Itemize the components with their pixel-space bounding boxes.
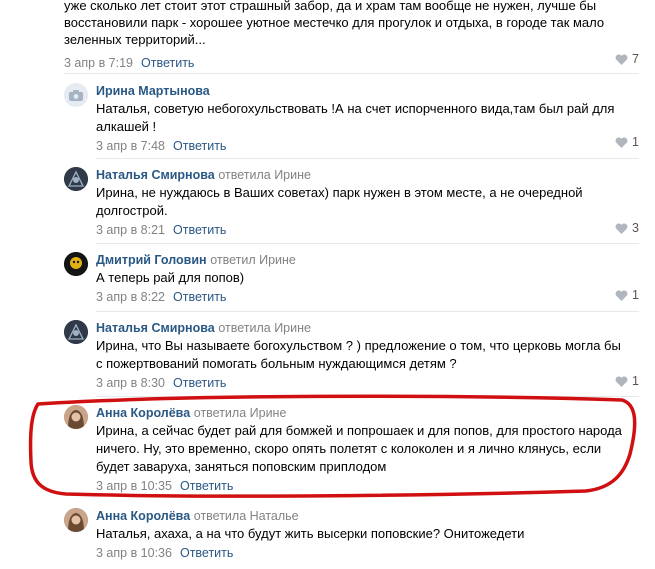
replied-to[interactable]: ответил Ирине — [210, 253, 296, 267]
reply-date[interactable]: 3 апр в 10:36 — [96, 546, 172, 560]
reply-text: Ирина, не нуждаюсь в Ваших советах) парк… — [96, 185, 583, 218]
reply-date[interactable]: 3 апр в 10:35 — [96, 479, 172, 493]
reply-button[interactable]: Ответить — [173, 290, 226, 304]
author-name[interactable]: Дмитрий Головин — [96, 253, 207, 267]
like-button[interactable]: 1 — [615, 374, 639, 388]
avatar[interactable] — [64, 508, 88, 532]
replied-to[interactable]: ответила Наталье — [194, 509, 299, 523]
divider — [96, 243, 639, 244]
replied-to[interactable]: ответила Ирине — [218, 168, 311, 182]
avatar-image — [64, 320, 88, 344]
reply-button[interactable]: Ответить — [173, 376, 226, 390]
avatar-image — [64, 167, 88, 191]
reply-meta: 3 апр в 10:35 Ответить — [96, 479, 629, 493]
top-comment: уже сколько лет стоит этот страшный забо… — [64, 0, 639, 70]
avatar[interactable] — [64, 167, 88, 191]
comment-text: уже сколько лет стоит этот страшный забо… — [64, 0, 605, 47]
reply-meta: 3 апр в 10:36 Ответить — [96, 546, 629, 560]
heart-icon — [615, 375, 628, 387]
reply-meta: 3 апр в 8:21 Ответить — [96, 223, 629, 237]
avatar-image — [64, 508, 88, 532]
camera-icon — [69, 89, 83, 101]
divider — [96, 158, 639, 159]
comment-date[interactable]: 3 апр в 7:19 — [64, 56, 133, 70]
like-count: 1 — [632, 374, 639, 388]
reply-text: Наталья, советую небогохульствовать !А н… — [96, 101, 615, 134]
divider — [64, 73, 639, 74]
heart-icon — [615, 136, 628, 148]
author-name[interactable]: Наталья Смирнова — [96, 321, 215, 335]
avatar-image — [64, 405, 88, 429]
like-count: 1 — [632, 135, 639, 149]
avatar-image — [64, 252, 88, 276]
like-count: 3 — [632, 221, 639, 235]
reply-text: Наталья, ахаха, а на что будут жить высе… — [96, 526, 525, 541]
reply-meta: 3 апр в 7:48 Ответить — [96, 139, 629, 153]
author-name[interactable]: Анна Королёва — [96, 406, 190, 420]
reply-meta: 3 апр в 8:22 Ответить — [96, 290, 629, 304]
avatar[interactable] — [64, 83, 88, 107]
reply-button[interactable]: Ответить — [180, 479, 233, 493]
heart-icon — [615, 222, 628, 234]
reply-date[interactable]: 3 апр в 7:48 — [96, 139, 165, 153]
replied-to[interactable]: ответила Ирине — [218, 321, 311, 335]
reply-text: Ирина, а сейчас будет рай для бомжей и п… — [96, 423, 622, 474]
reply-button[interactable]: Ответить — [173, 223, 226, 237]
like-button[interactable]: 3 — [615, 221, 639, 235]
divider — [96, 396, 639, 397]
like-count: 7 — [632, 52, 639, 66]
reply-date[interactable]: 3 апр в 8:22 — [96, 290, 165, 304]
avatar[interactable] — [64, 320, 88, 344]
like-count: 1 — [632, 288, 639, 302]
like-button[interactable]: 7 — [615, 52, 639, 66]
reply-text: Ирина, что Вы называете богохульством ? … — [96, 338, 621, 371]
heart-icon — [615, 53, 628, 65]
heart-icon — [615, 289, 628, 301]
avatar[interactable] — [64, 252, 88, 276]
avatar[interactable] — [64, 405, 88, 429]
like-button[interactable]: 1 — [615, 288, 639, 302]
reply-meta: 3 апр в 8:30 Ответить — [96, 376, 629, 390]
reply-button[interactable]: Ответить — [180, 546, 233, 560]
author-name[interactable]: Наталья Смирнова — [96, 168, 215, 182]
reply-date[interactable]: 3 апр в 8:21 — [96, 223, 165, 237]
divider — [96, 311, 639, 312]
reply-button[interactable]: Ответить — [173, 139, 226, 153]
like-button[interactable]: 1 — [615, 135, 639, 149]
reply-text: А теперь рай для попов) — [96, 270, 245, 285]
reply-date[interactable]: 3 апр в 8:30 — [96, 376, 165, 390]
author-name[interactable]: Анна Королёва — [96, 509, 190, 523]
comment-meta: 3 апр в 7:19 Ответить — [64, 56, 639, 70]
author-name[interactable]: Ирина Мартынова — [96, 84, 210, 98]
replied-to[interactable]: ответила Ирине — [194, 406, 287, 420]
reply-button[interactable]: Ответить — [141, 56, 194, 70]
